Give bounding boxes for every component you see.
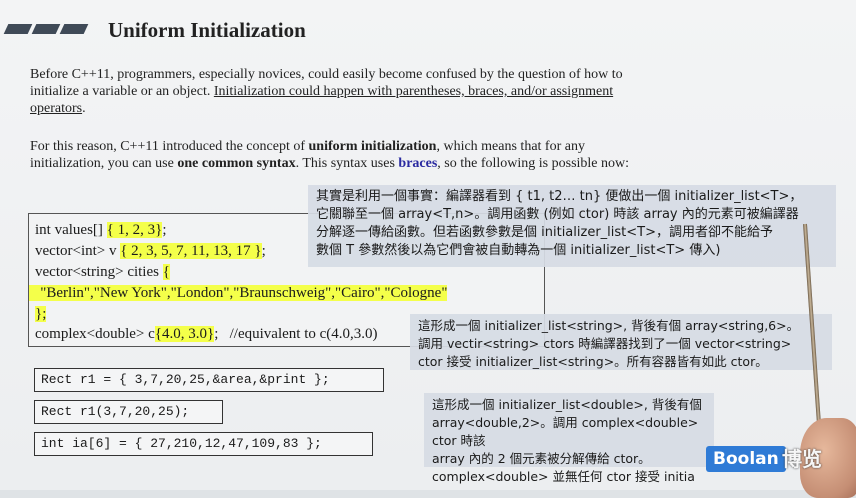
code-text: vector<string> cities — [35, 264, 163, 280]
bar-2 — [31, 24, 61, 34]
code-line-values: int values[] { 1, 2, 3}; — [35, 222, 166, 239]
code-highlight: {4.0, 3.0} — [154, 326, 215, 342]
p2-bold-uniform: uniform initialization — [308, 139, 437, 154]
p2-text-4: , so the following is possible now: — [437, 156, 630, 171]
code-text: ; — [261, 243, 266, 259]
code-text: ; //equivalent to c(4.0,3.0) — [214, 326, 378, 342]
annotation-initializer-list: 其實是利用一個事實：編譯器看到 { t1, t2… tn} 便做出一個 init… — [308, 185, 836, 267]
annotation-vector-string: 這形成一個 initializer_list<string>, 背後有個 arr… — [410, 314, 832, 370]
rect-parens-example: Rect r1(3,7,20,25); — [34, 400, 223, 424]
code-text: int values[] — [35, 222, 107, 238]
code-line-cities: vector<string> cities { — [35, 264, 170, 281]
boolan-logo-cn: 博览 — [782, 447, 822, 471]
boolan-logo: Boolan — [706, 446, 786, 472]
code-highlight: { 2, 3, 5, 7, 11, 13, 17 } — [120, 243, 262, 259]
code-highlight: { 1, 2, 3} — [106, 222, 163, 238]
intro-paragraph: Before C++11, programmers, especially no… — [30, 66, 650, 117]
slide-title: Uniform Initialization — [108, 18, 306, 42]
slide: Uniform Initialization Before C++11, pro… — [0, 0, 856, 498]
code-highlight: }; — [35, 306, 47, 322]
code-highlight: { — [162, 264, 170, 280]
code-line-vector-int: vector<int> v { 2, 3, 5, 7, 11, 13, 17 }… — [35, 243, 266, 260]
p2-braces: braces — [398, 156, 438, 171]
bar-1 — [3, 24, 33, 34]
bar-3 — [59, 24, 89, 34]
int-array-example: int ia[6] = { 27,210,12,47,109,83 }; — [34, 432, 373, 456]
code-line-city-list: "Berlin","New York","London","Braunschwe… — [29, 285, 448, 302]
p2-text-1: For this reason, C++11 introduced the co… — [30, 139, 309, 154]
code-highlight: "Berlin","New York","London","Braunschwe… — [29, 285, 448, 301]
code-text: vector<int> v — [35, 243, 121, 259]
p2-bold-syntax: one common syntax — [177, 156, 296, 171]
code-text: complex<double> c — [35, 326, 155, 342]
intro-end: . — [82, 101, 86, 116]
title-bars-decoration — [3, 24, 89, 34]
code-text: ; — [162, 222, 167, 238]
uniform-paragraph: For this reason, C++11 introduced the co… — [30, 138, 650, 172]
rect-braces-example: Rect r1 = { 3,7,20,25,&area,&print }; — [34, 368, 384, 392]
code-line-close-brace: }; — [35, 306, 47, 323]
annotation-complex-double: 這形成一個 initializer_list<double>, 背後有個 arr… — [424, 393, 714, 484]
p2-text-3: . This syntax uses — [295, 156, 399, 171]
code-line-complex: complex<double> c{4.0, 3.0}; //equivalen… — [35, 326, 378, 343]
